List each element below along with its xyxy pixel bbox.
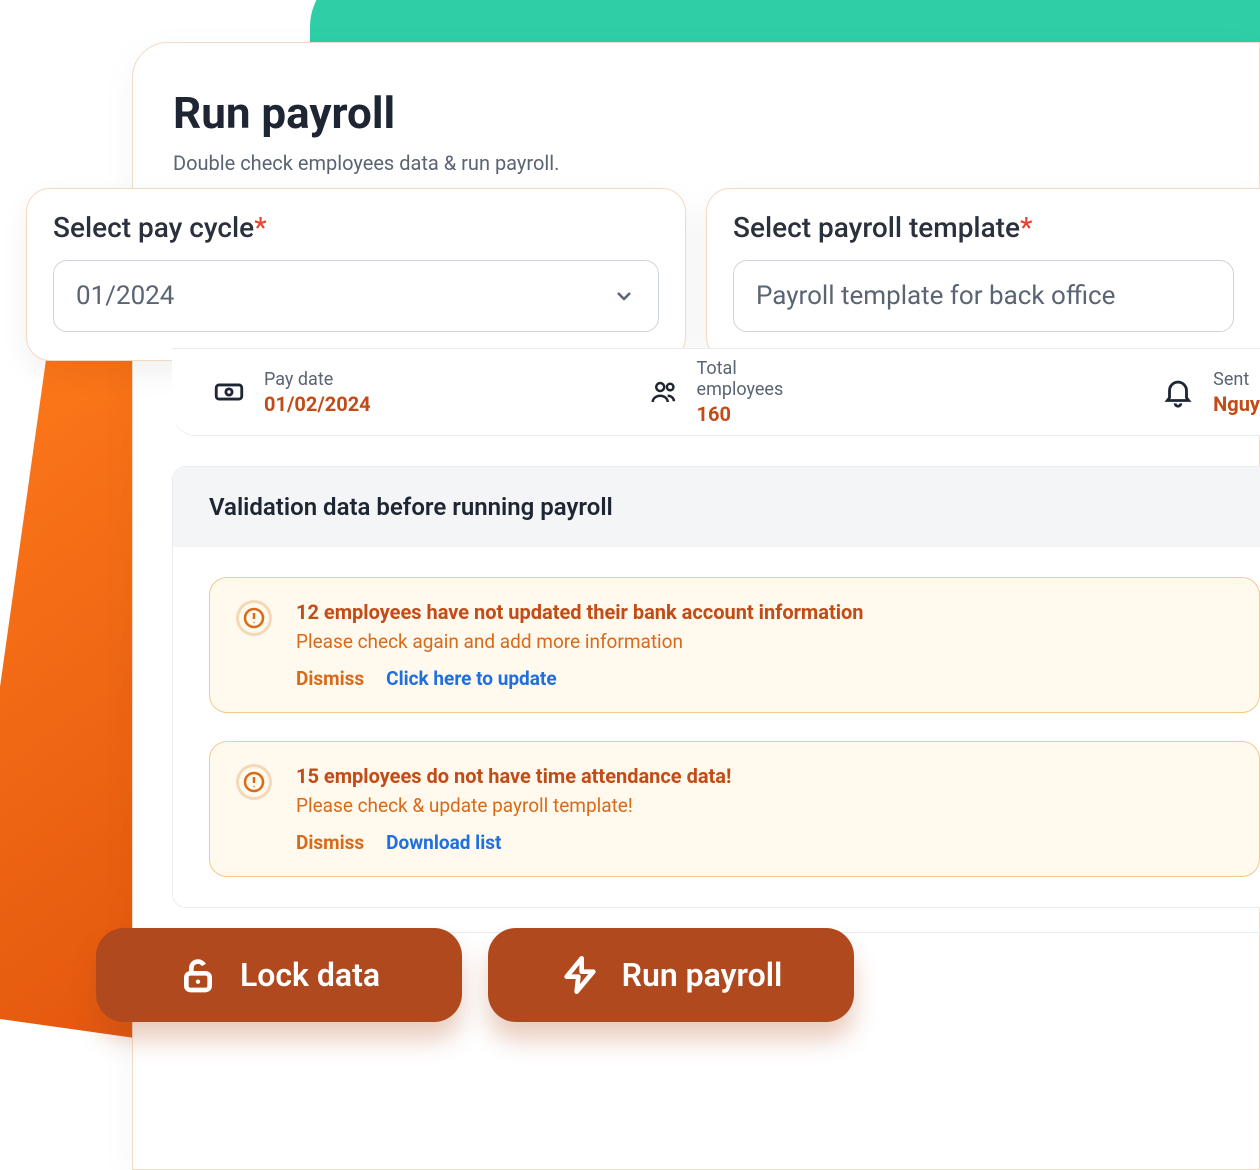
payroll-template-card: Select payroll template* Payroll templat… <box>706 188 1260 361</box>
sent-value: Nguy <box>1213 392 1260 416</box>
validation-heading: Validation data before running payroll <box>173 467 1260 547</box>
payroll-template-value: Payroll template for back office <box>756 281 1115 311</box>
banknote-icon <box>212 375 246 409</box>
run-payroll-button[interactable]: Run payroll <box>488 928 854 1022</box>
pay-cycle-label-text: Select pay cycle <box>53 211 254 244</box>
pay-cycle-select[interactable]: 01/2024 <box>53 260 659 332</box>
page-title: Run payroll <box>173 87 1259 139</box>
sent-item: Sent Nguy <box>1161 369 1260 416</box>
total-employees-item: Total employees 160 <box>649 358 812 426</box>
run-payroll-label: Run payroll <box>622 956 783 994</box>
dismiss-button[interactable]: Dismiss <box>296 667 364 690</box>
required-marker: * <box>1020 211 1032 244</box>
alert-icon-ring <box>236 600 272 636</box>
validation-alert: 12 employees have not updated their bank… <box>209 577 1260 713</box>
users-icon <box>649 375 679 409</box>
pay-date-value: 01/02/2024 <box>264 392 371 416</box>
bell-icon <box>1161 375 1195 409</box>
unlock-icon <box>178 955 218 995</box>
lightning-icon <box>560 955 600 995</box>
alert-message: Please check & update payroll template! <box>296 794 731 817</box>
alert-title: 12 employees have not updated their bank… <box>296 600 864 624</box>
required-marker: * <box>254 211 266 244</box>
alert-circle-icon <box>242 770 266 794</box>
payroll-summary-strip: Pay date 01/02/2024 Total employees 160 … <box>172 348 1260 436</box>
lock-data-label: Lock data <box>240 956 380 994</box>
pay-date-label: Pay date <box>264 369 371 390</box>
alert-message: Please check again and add more informat… <box>296 630 864 653</box>
alert-circle-icon <box>242 606 266 630</box>
payroll-template-label: Select payroll template* <box>733 211 1234 244</box>
download-list-link[interactable]: Download list <box>386 831 501 854</box>
dismiss-button[interactable]: Dismiss <box>296 831 364 854</box>
validation-alert: 15 employees do not have time attendance… <box>209 741 1260 877</box>
pay-cycle-label: Select pay cycle* <box>53 211 659 244</box>
payroll-template-label-text: Select payroll template <box>733 211 1020 244</box>
sent-label: Sent <box>1213 369 1260 390</box>
alert-icon-ring <box>236 764 272 800</box>
validation-panel: Validation data before running payroll 1… <box>172 466 1260 908</box>
total-employees-value: 160 <box>697 402 812 426</box>
update-link[interactable]: Click here to update <box>386 667 556 690</box>
chevron-down-icon <box>612 284 636 308</box>
total-employees-label: Total employees <box>697 358 812 400</box>
alert-title: 15 employees do not have time attendance… <box>296 764 731 788</box>
page-subtitle: Double check employees data & run payrol… <box>173 151 1259 175</box>
payroll-template-select[interactable]: Payroll template for back office <box>733 260 1234 332</box>
lock-data-button[interactable]: Lock data <box>96 928 462 1022</box>
pay-cycle-value: 01/2024 <box>76 281 174 311</box>
pay-cycle-card: Select pay cycle* 01/2024 <box>26 188 686 361</box>
pay-date-item: Pay date 01/02/2024 <box>212 369 371 416</box>
